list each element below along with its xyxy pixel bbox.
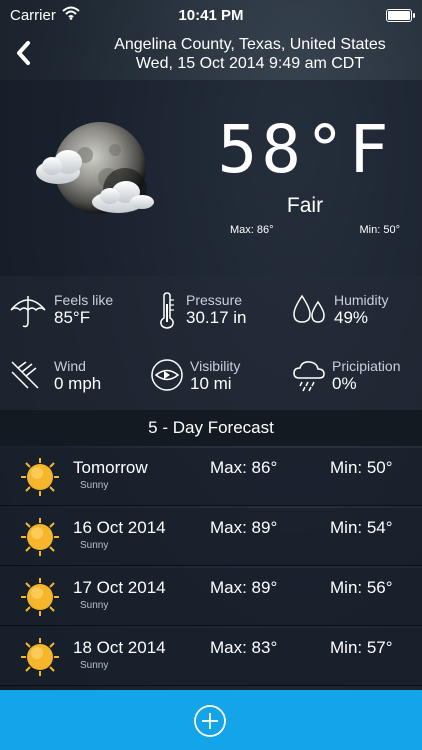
battery-icon — [386, 8, 415, 22]
detail-visibility: Visibility 10 mi — [150, 358, 240, 394]
add-location-button[interactable] — [193, 704, 227, 738]
wifi-icon — [62, 6, 80, 24]
umbrella-icon — [10, 296, 46, 328]
feels-like-label: Feels like — [54, 292, 114, 308]
sun-icon — [21, 638, 59, 676]
forecast-max: Max: 86° — [210, 458, 278, 477]
rain-cloud-icon — [293, 361, 325, 392]
forecast-condition: Sunny — [80, 540, 109, 551]
forecast-min: Min: 57° — [330, 638, 393, 657]
current-conditions: 58°F Fair Max: 86° Min: 50° — [0, 80, 422, 276]
header: Angelina County, Texas, United States We… — [0, 30, 422, 80]
forecast-max: Max: 89° — [210, 518, 278, 537]
detail-wind: Wind 0 mph — [8, 358, 101, 394]
forecast-title: 5 - Day Forecast — [0, 410, 422, 446]
precipitation-value: 0% — [332, 374, 357, 393]
wind-label: Wind — [54, 358, 86, 374]
location-title: Angelina County, Texas, United States — [114, 36, 386, 53]
moon-cloud-icon — [36, 122, 154, 214]
details-panel: Feels like 85°F Pressure 30.17 in Humidi… — [0, 276, 422, 410]
carrier-label: Carrier — [10, 6, 56, 24]
sun-icon — [21, 578, 59, 616]
forecast-row[interactable]: 18 Oct 2014 Sunny Max: 83° Min: 57° — [0, 628, 422, 686]
humidity-label: Humidity — [334, 292, 389, 308]
sun-icon — [21, 458, 59, 496]
forecast-condition: Sunny — [80, 480, 109, 491]
humidity-value: 49% — [334, 308, 369, 327]
forecast-min: Min: 50° — [330, 458, 393, 477]
chevron-left-icon — [17, 41, 30, 65]
forecast-min: Min: 54° — [330, 518, 393, 537]
plus-circle-icon — [194, 705, 226, 737]
detail-feels-like: Feels like 85°F — [8, 292, 113, 330]
forecast-day: 16 Oct 2014 — [73, 518, 166, 537]
datetime-subtitle: Wed, 15 Oct 2014 9:49 am CDT — [135, 55, 365, 72]
visibility-value: 10 mi — [190, 374, 232, 393]
sun-icon — [21, 518, 59, 556]
status-bar: Carrier 10:41 PM — [0, 0, 422, 30]
forecast-row[interactable]: Tomorrow Sunny Max: 86° Min: 50° — [0, 448, 422, 506]
forecast-max: Max: 83° — [210, 638, 278, 657]
current-condition: Fair — [286, 194, 324, 217]
detail-pressure: Pressure 30.17 in — [156, 292, 247, 330]
forecast-max: Max: 89° — [210, 578, 278, 597]
forecast-row[interactable]: 16 Oct 2014 Sunny Max: 89° Min: 54° — [0, 508, 422, 566]
visibility-label: Visibility — [190, 358, 241, 374]
detail-humidity: Humidity 49% — [292, 292, 388, 328]
current-max-min: Max: 86° Min: 50° — [230, 224, 400, 236]
bottom-bar — [0, 690, 422, 750]
pressure-label: Pressure — [186, 292, 243, 308]
forecast-row[interactable]: 17 Oct 2014 Sunny Max: 89° Min: 56° — [0, 568, 422, 626]
forecast-day: Tomorrow — [73, 458, 148, 477]
eye-icon — [151, 359, 183, 391]
current-min: Min: 50° — [359, 224, 400, 236]
detail-precipitation: Pricipiation 0% — [292, 358, 400, 394]
forecast-condition: Sunny — [80, 600, 109, 611]
current-max: Max: 86° — [230, 224, 274, 236]
forecast-min: Min: 56° — [330, 578, 393, 597]
pressure-value: 30.17 in — [186, 308, 247, 327]
thermometer-icon — [160, 292, 174, 329]
droplets-icon — [293, 294, 325, 323]
forecast-condition: Sunny — [80, 660, 109, 671]
back-button[interactable] — [8, 36, 38, 70]
wind-icon — [11, 361, 39, 389]
wind-value: 0 mph — [54, 374, 102, 393]
feels-like-value: 85°F — [54, 308, 91, 327]
current-temperature: 58°F — [217, 111, 393, 188]
forecast-day: 17 Oct 2014 — [73, 578, 166, 597]
precipitation-label: Pricipiation — [332, 358, 401, 374]
forecast-day: 18 Oct 2014 — [73, 638, 166, 657]
